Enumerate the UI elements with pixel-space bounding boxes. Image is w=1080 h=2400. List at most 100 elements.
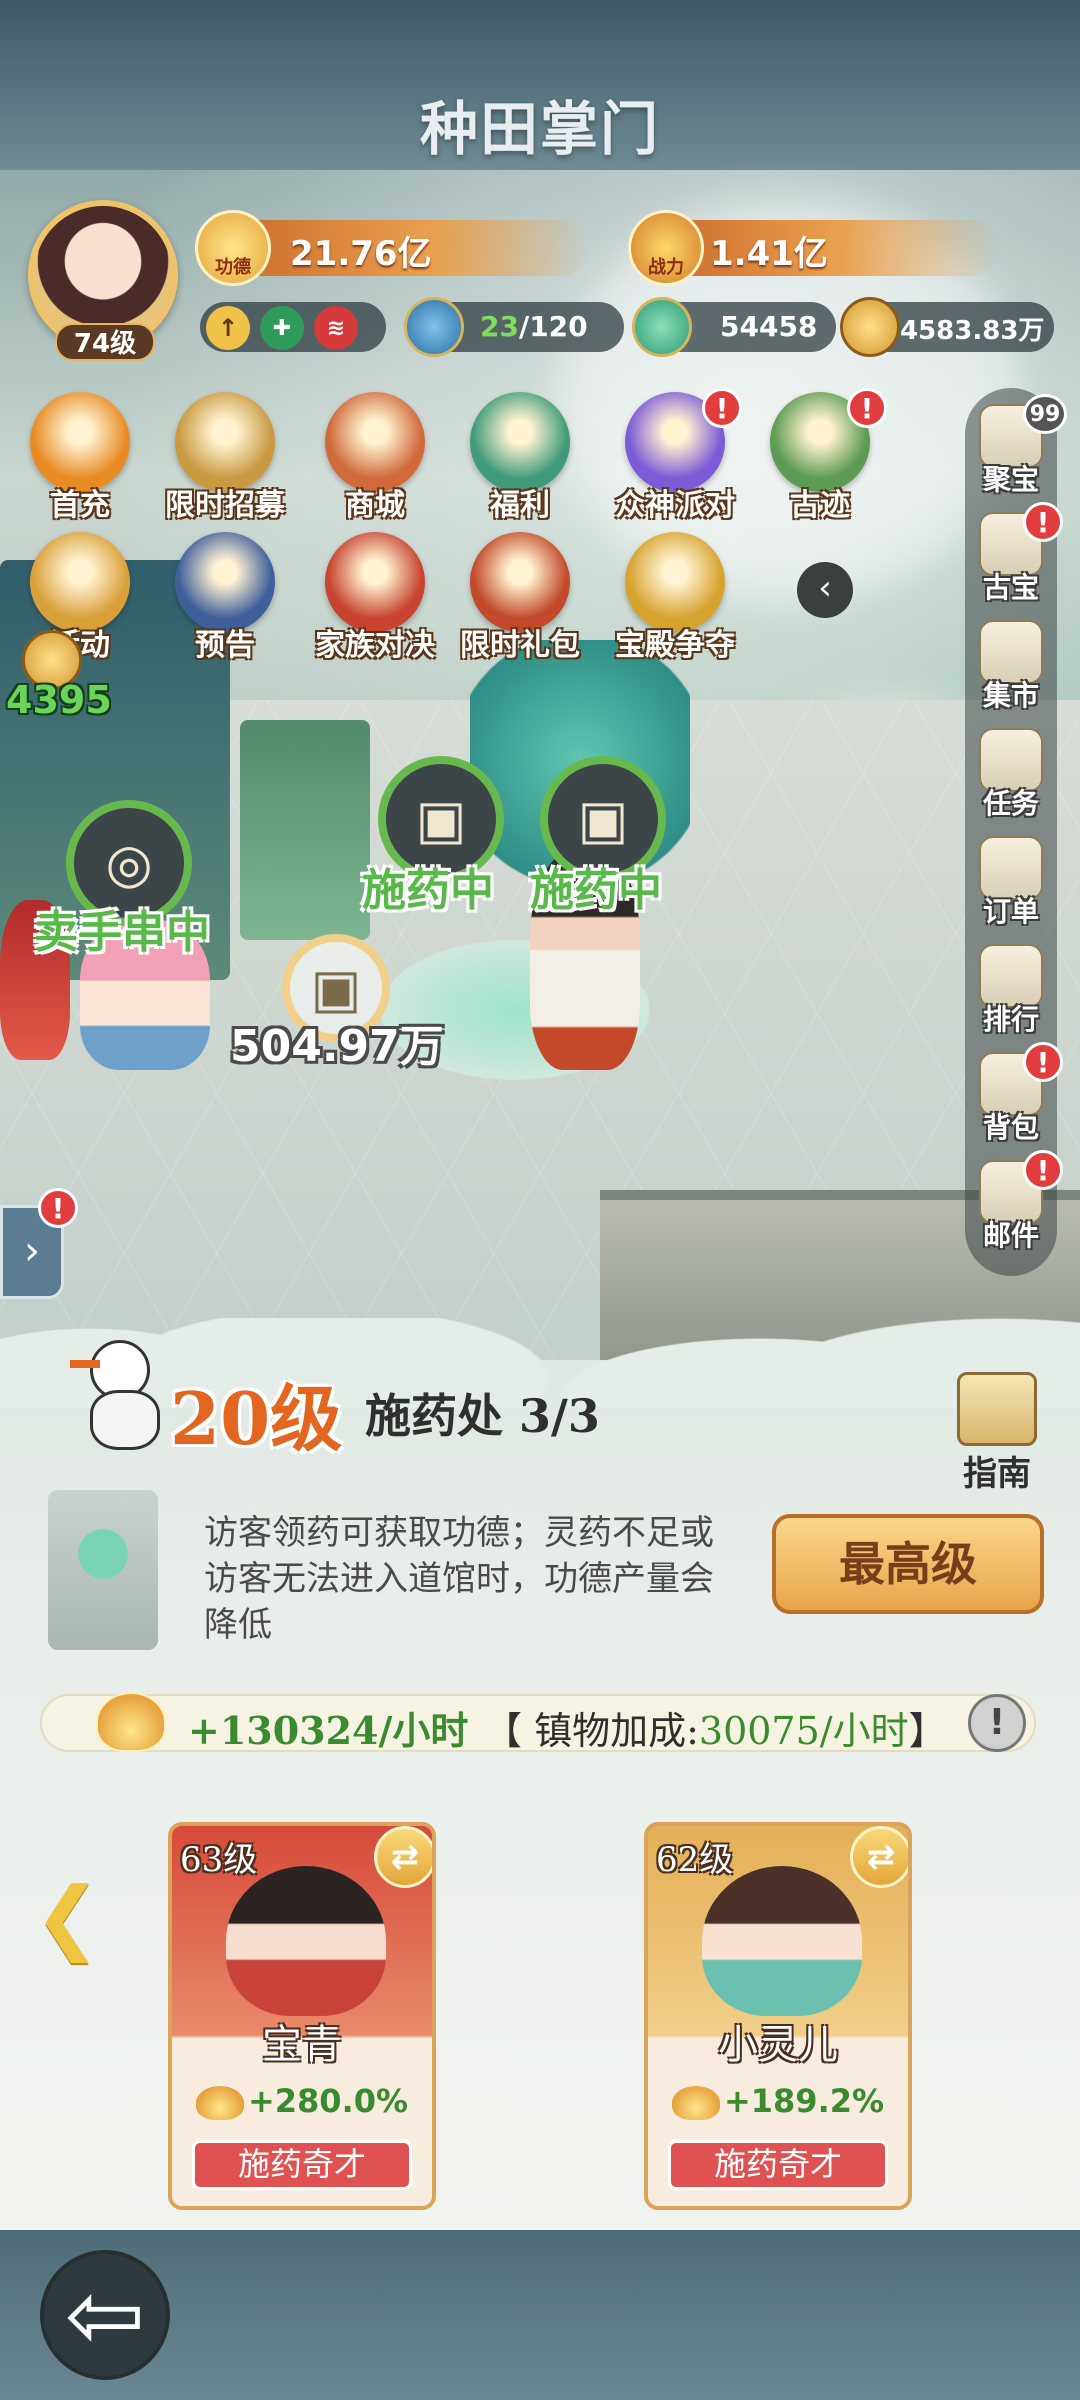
activity-first-charge[interactable]: 首充 (15, 392, 145, 524)
game-logo: 种田掌门 (419, 95, 660, 163)
stamina-max: /120 (518, 310, 588, 343)
activity-preview[interactable]: 预告 (160, 532, 290, 664)
activity-label: 预告 (195, 628, 255, 663)
building-name: 施药处 3/3 (365, 1389, 600, 1443)
activity-shop[interactable]: 商城 (310, 392, 440, 524)
shop-icon (325, 392, 425, 492)
guide-label: 指南 (963, 1454, 1031, 1494)
activity-label: 限时礼包 (460, 628, 580, 663)
stamina-icon (404, 297, 464, 357)
bonus-suffix: 】 (908, 1709, 947, 1753)
left-panel-badge: ! (38, 1188, 78, 1228)
green-statue (240, 720, 370, 940)
crane-mascot-icon (70, 1330, 170, 1450)
sidebar-item-order[interactable]: 订单 (965, 836, 1057, 930)
worker-card[interactable]: 63级 ⇄ 宝青 +280.0% 施药奇才 (168, 1822, 436, 2210)
activity-label: 限时招募 (165, 488, 285, 523)
sidebar-label: 邮件 (982, 1219, 1039, 1252)
notification-badge: ! (1023, 1150, 1063, 1190)
worker-bonus: +280.0% (172, 2082, 432, 2120)
worker-bonus: +189.2% (648, 2082, 908, 2120)
upgrade-arrow-icon[interactable]: ↑ (206, 306, 250, 350)
activity-label: 众神派对 (615, 488, 735, 523)
player-level: 74级 (55, 323, 155, 361)
treasure-bonus: 【 镇物加成:30075/小时】 (484, 1700, 947, 1755)
palace-icon (625, 532, 725, 632)
yield-per-hour: +130324/小时 (188, 1708, 469, 1753)
sidebar-item-market[interactable]: 集市 (965, 620, 1057, 714)
clan-battle-icon (325, 532, 425, 632)
building-panel (0, 1360, 1080, 2230)
merit-value: 21.76亿 (290, 234, 432, 274)
preview-icon (175, 532, 275, 632)
sidebar-item-treasure[interactable]: 聚宝 99 (965, 394, 1067, 498)
sidebar-label: 任务 (982, 787, 1039, 820)
sidebar-item-ranking[interactable]: 排行 (965, 944, 1057, 1038)
sidebar-item-bag[interactable]: 背包! (965, 1042, 1063, 1146)
sidebar-item-scroll[interactable]: 任务 (965, 728, 1057, 822)
bonus-prefix: 【 镇物加成: (484, 1709, 699, 1753)
activity-gift-box[interactable]: 福利 (455, 392, 585, 524)
activity-gift-bag[interactable]: 限时礼包 (455, 532, 585, 664)
gift-bag-icon (470, 532, 570, 632)
activity-label: 古迹 (790, 488, 850, 523)
drum-icon (30, 532, 130, 632)
activity-recruit[interactable]: 限时招募 (160, 392, 290, 524)
jade-dragon-icon (632, 297, 692, 357)
building-level: 20级 (170, 1376, 343, 1461)
sidebar-item-antique[interactable]: 古宝! (965, 502, 1063, 606)
sidebar-label: 集市 (982, 679, 1039, 712)
lotus-icon (671, 2086, 720, 2120)
side-count: 4395 (6, 678, 112, 722)
activity-relic[interactable]: 古迹! (755, 388, 887, 524)
worker-bonus-value: +189.2% (723, 2082, 885, 2120)
notification-badge: 99 (1023, 394, 1067, 434)
sidebar-label: 背包 (982, 1111, 1039, 1144)
back-arrow-icon: ⇦ (64, 2259, 146, 2371)
shield-icon[interactable]: ✚ (260, 306, 304, 350)
activity-label: 商城 (345, 488, 405, 523)
sidebar-label: 订单 (982, 895, 1039, 928)
notification-badge: ! (1023, 502, 1063, 542)
medicine-hall-thumbnail (48, 1490, 158, 1650)
worker-card[interactable]: 62级 ⇄ 小灵儿 +189.2% 施药奇才 (644, 1822, 912, 2210)
swap-worker-icon[interactable]: ⇄ (374, 1826, 432, 1888)
notification-badge: ! (847, 388, 887, 428)
lotus-icon (195, 2086, 244, 2120)
worker-portrait (702, 1866, 862, 2016)
notification-badge: ! (1023, 1042, 1063, 1082)
status-selling-bracelets: 卖手串中 (34, 907, 210, 958)
recruit-icon (175, 392, 275, 492)
activity-label: 家族对决 (315, 628, 435, 663)
coins-value: 4583.83万 (900, 316, 1045, 346)
worker-name: 小灵儿 (718, 2022, 838, 2068)
jade-value: 54458 (720, 310, 818, 343)
stamina-current: 23 (480, 310, 519, 343)
first-charge-icon (30, 392, 130, 492)
activity-clan-battle[interactable]: 家族对决 (310, 532, 440, 664)
prev-worker-arrow[interactable]: ❮ (34, 1870, 101, 1963)
power-value: 1.41亿 (710, 234, 828, 274)
guide-button[interactable]: 指南 (952, 1372, 1042, 1495)
sidebar-item-mail[interactable]: 邮件! (965, 1150, 1063, 1254)
crossed-swords-icon: 战力 (628, 210, 704, 286)
collect-amount[interactable]: 504.97万 (230, 1010, 444, 1074)
scroll-badge-icon[interactable]: ≋ (314, 306, 358, 350)
activity-label: 福利 (490, 488, 550, 523)
activity-palace[interactable]: 宝殿争夺 (610, 532, 740, 664)
back-button[interactable]: ⇦ (40, 2250, 170, 2380)
worker-name: 宝青 (262, 2022, 342, 2068)
lotus-merit-icon (96, 1692, 166, 1752)
game-scene (0, 0, 1080, 1360)
info-icon[interactable]: ! (968, 1694, 1026, 1752)
activity-party-star[interactable]: 众神派对! (610, 388, 742, 524)
worker-level: 63级 (180, 1840, 258, 1880)
swap-worker-icon[interactable]: ⇄ (850, 1826, 908, 1888)
activity-label: 首充 (50, 488, 110, 523)
sidebar-label: 聚宝 (982, 463, 1039, 496)
collapse-activities-button[interactable]: ‹ (797, 562, 853, 618)
status-dispensing-2: 施药中 (530, 865, 662, 916)
power-label: 战力 (648, 257, 684, 278)
guide-book-icon (957, 1372, 1037, 1446)
max-level-button[interactable]: 最高级 (772, 1514, 1044, 1614)
